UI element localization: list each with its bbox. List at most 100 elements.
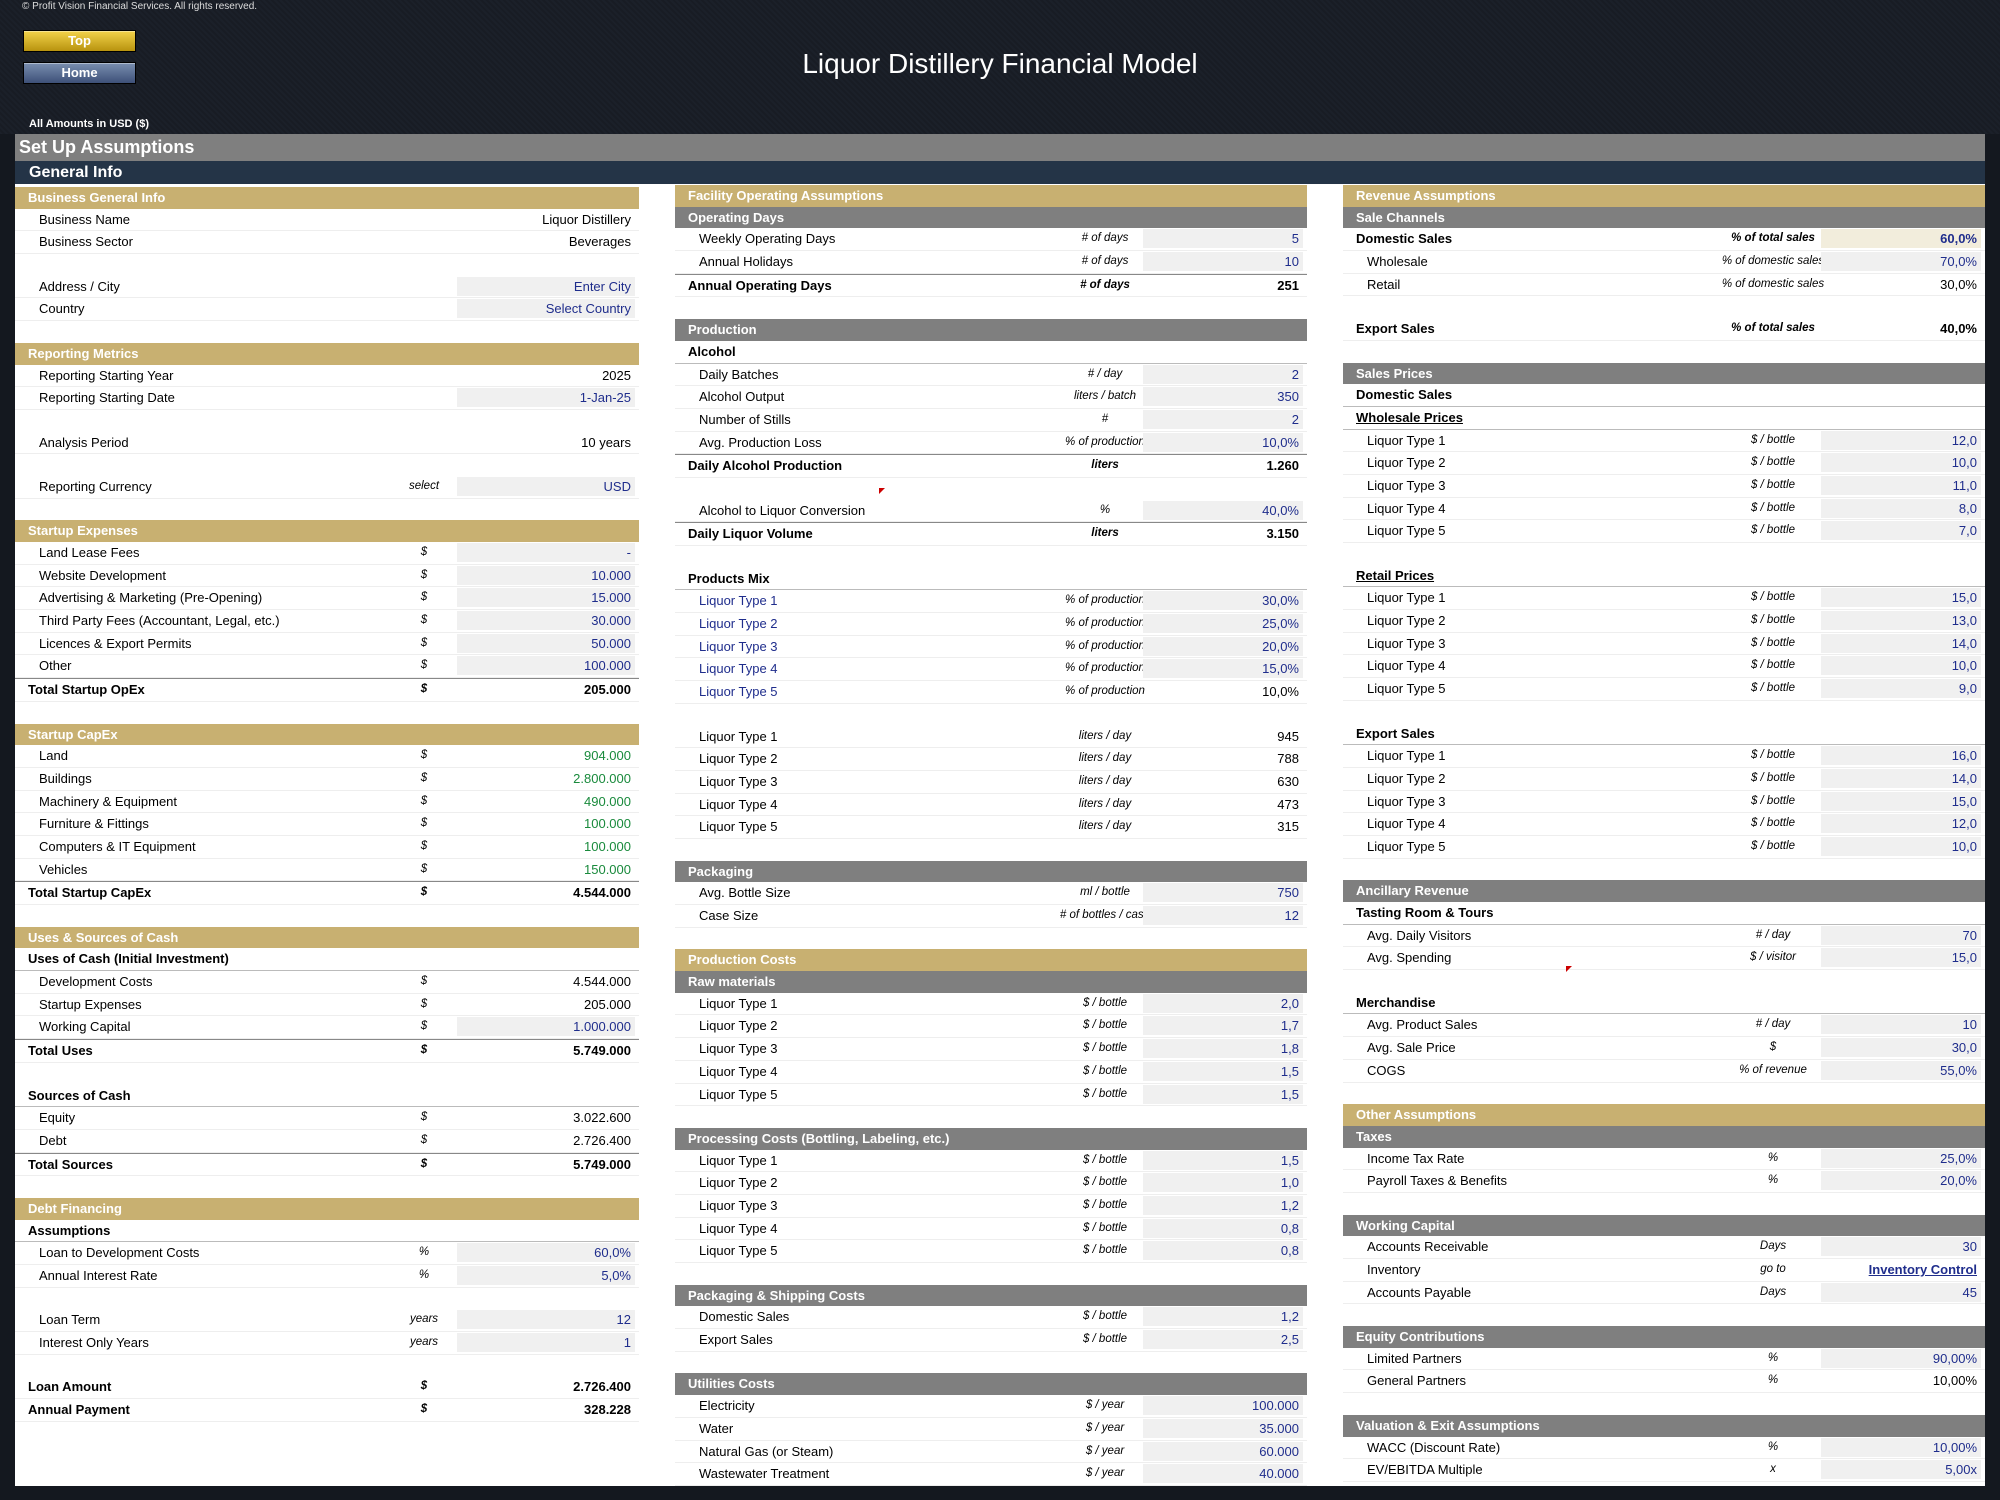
input-cell[interactable]: 25,0% bbox=[1821, 1148, 1981, 1168]
input-cell[interactable]: Select Country bbox=[457, 299, 635, 319]
row-label: Liquor Type 2 bbox=[1367, 455, 1446, 471]
input-cell[interactable]: 20,0% bbox=[1821, 1171, 1981, 1191]
input-cell[interactable]: 2 bbox=[1143, 409, 1303, 429]
assumption-row-loan-to-development-costs: Loan to Development Costs% 60,0% bbox=[15, 1242, 639, 1265]
input-cell[interactable]: 5,00x bbox=[1821, 1460, 1981, 1480]
input-cell[interactable]: 55,0% bbox=[1821, 1060, 1981, 1080]
input-cell[interactable]: 1,8 bbox=[1143, 1039, 1303, 1059]
row-label: Liquor Type 4 bbox=[1367, 500, 1446, 516]
input-cell[interactable]: 70,0% bbox=[1821, 252, 1981, 272]
assumption-row-liquor-type-2: Liquor Type 2 $ / bottle 10,0 bbox=[1343, 452, 1985, 475]
input-cell[interactable]: 15,0% bbox=[1143, 659, 1303, 679]
input-cell[interactable]: 14,0 bbox=[1821, 633, 1981, 653]
input-cell[interactable]: 12 bbox=[1143, 906, 1303, 925]
row-label: Avg. Product Sales bbox=[1367, 1017, 1478, 1033]
input-cell[interactable]: 30,0 bbox=[1821, 1038, 1981, 1058]
input-cell[interactable]: 2,0 bbox=[1143, 993, 1303, 1013]
input-cell[interactable]: 60,0% bbox=[457, 1243, 635, 1263]
input-cell[interactable]: 1,0 bbox=[1143, 1173, 1303, 1193]
spacer-row bbox=[1343, 296, 1985, 318]
input-cell[interactable]: 10,0 bbox=[1821, 656, 1981, 676]
input-cell[interactable]: 14,0 bbox=[1821, 768, 1981, 788]
input-cell[interactable]: 2,5 bbox=[1143, 1330, 1303, 1350]
input-cell[interactable]: 10,0 bbox=[1821, 836, 1981, 856]
row-label: Total Uses bbox=[28, 1043, 93, 1059]
input-cell[interactable]: 70 bbox=[1821, 925, 1981, 945]
input-cell[interactable]: 8,0 bbox=[1821, 498, 1981, 518]
input-cell[interactable]: 10 bbox=[1143, 252, 1303, 272]
input-cell[interactable]: 15,0 bbox=[1821, 588, 1981, 608]
input-cell[interactable]: 1.000.000 bbox=[457, 1017, 635, 1037]
input-cell[interactable]: 12,0 bbox=[1821, 814, 1981, 834]
unit-label: $ bbox=[420, 1403, 428, 1416]
input-cell[interactable]: 30,0% bbox=[1143, 591, 1303, 611]
input-cell[interactable]: 10,0 bbox=[1821, 453, 1981, 473]
input-cell[interactable]: - bbox=[457, 543, 635, 562]
input-cell[interactable]: 7,0 bbox=[1821, 521, 1981, 541]
input-cell[interactable]: 15.000 bbox=[457, 588, 635, 608]
input-cell[interactable]: 1 bbox=[457, 1333, 635, 1353]
row-label: Avg. Spending bbox=[1367, 950, 1452, 966]
input-cell[interactable]: 60.000 bbox=[1143, 1441, 1303, 1461]
input-cell[interactable]: Inventory Control bbox=[1821, 1260, 1981, 1279]
input-cell[interactable]: 10 bbox=[1821, 1015, 1981, 1035]
input-cell[interactable]: 750 bbox=[1143, 883, 1303, 903]
row-label: Natural Gas (or Steam) bbox=[699, 1443, 834, 1459]
input-cell[interactable]: 350 bbox=[1143, 387, 1303, 407]
input-cell[interactable]: 5,0% bbox=[457, 1266, 635, 1285]
input-cell[interactable]: 11,0 bbox=[1821, 475, 1981, 495]
input-cell[interactable]: 0,8 bbox=[1143, 1241, 1303, 1261]
input-cell[interactable]: 25,0% bbox=[1143, 614, 1303, 634]
assumption-row-income-tax-rate: Income Tax Rate% 25,0% bbox=[1343, 1148, 1985, 1171]
input-cell[interactable]: 1,5 bbox=[1143, 1150, 1303, 1170]
subsection-header-taxes: Taxes bbox=[1343, 1125, 1985, 1148]
input-cell[interactable]: 12 bbox=[457, 1310, 635, 1330]
input-cell[interactable]: 30.000 bbox=[457, 611, 635, 631]
input-cell[interactable]: 1,5 bbox=[1143, 1061, 1303, 1081]
input-cell[interactable]: 9,0 bbox=[1821, 679, 1981, 699]
input-cell[interactable]: 100.000 bbox=[1143, 1396, 1303, 1416]
input-cell[interactable]: 35.000 bbox=[1143, 1418, 1303, 1438]
input-cell[interactable]: 100.000 bbox=[457, 656, 635, 676]
value-cell: 1.260 bbox=[1266, 458, 1299, 474]
input-cell[interactable]: Enter City bbox=[457, 276, 635, 296]
input-cell[interactable]: 40.000 bbox=[1143, 1464, 1303, 1484]
input-cell[interactable]: 2 bbox=[1143, 364, 1303, 384]
input-cell[interactable]: 1,7 bbox=[1143, 1016, 1303, 1036]
input-cell[interactable]: 30 bbox=[1821, 1237, 1981, 1257]
section-header-revenue-assumptions: Revenue Assumptions bbox=[1343, 185, 1985, 207]
input-cell[interactable]: 1,2 bbox=[1143, 1307, 1303, 1327]
input-cell[interactable]: 45 bbox=[1821, 1282, 1981, 1302]
input-cell[interactable]: 1,5 bbox=[1143, 1084, 1303, 1104]
input-cell[interactable]: 50.000 bbox=[457, 633, 635, 653]
input-cell[interactable]: 1,2 bbox=[1143, 1195, 1303, 1215]
input-cell[interactable]: 15,0 bbox=[1821, 791, 1981, 811]
input-cell[interactable]: 60,0% bbox=[1821, 229, 1981, 249]
row-label: Total Startup OpEx bbox=[28, 682, 145, 698]
row-label: Reporting Currency bbox=[39, 478, 152, 494]
input-cell[interactable]: 10,0% bbox=[1143, 432, 1303, 452]
input-cell[interactable]: 13,0 bbox=[1821, 611, 1981, 631]
input-cell[interactable]: 0,8 bbox=[1143, 1218, 1303, 1238]
input-cell[interactable]: 20,0% bbox=[1143, 636, 1303, 656]
row-label: Liquor Type 3 bbox=[1367, 477, 1446, 493]
assumption-row-annual-holidays: Annual Holidays # of days 10 bbox=[675, 251, 1307, 274]
input-cell[interactable]: 10,00% bbox=[1821, 1437, 1981, 1457]
input-cell[interactable]: 15,0 bbox=[1821, 948, 1981, 968]
row-label: Debt bbox=[39, 1132, 67, 1148]
row-label: Loan Term bbox=[39, 1312, 101, 1328]
input-cell[interactable]: 1-Jan-25 bbox=[457, 388, 635, 408]
input-cell[interactable]: USD bbox=[457, 476, 635, 496]
input-cell[interactable]: 90,00% bbox=[1821, 1348, 1981, 1368]
comment-marker bbox=[879, 488, 885, 494]
spacer-row bbox=[15, 1176, 639, 1198]
input-cell[interactable]: 10.000 bbox=[457, 565, 635, 585]
assumption-row-buildings: Buildings $2.800.000 bbox=[15, 768, 639, 791]
input-cell[interactable]: 5 bbox=[1143, 229, 1303, 249]
row-label: Address / City bbox=[39, 278, 120, 294]
input-cell[interactable]: 40,0% bbox=[1143, 500, 1303, 520]
input-cell[interactable]: 16,0 bbox=[1821, 746, 1981, 766]
unit-label: $ bbox=[420, 636, 428, 649]
row-label: Liquor Type 5 bbox=[699, 1086, 778, 1102]
input-cell[interactable]: 12,0 bbox=[1821, 430, 1981, 450]
